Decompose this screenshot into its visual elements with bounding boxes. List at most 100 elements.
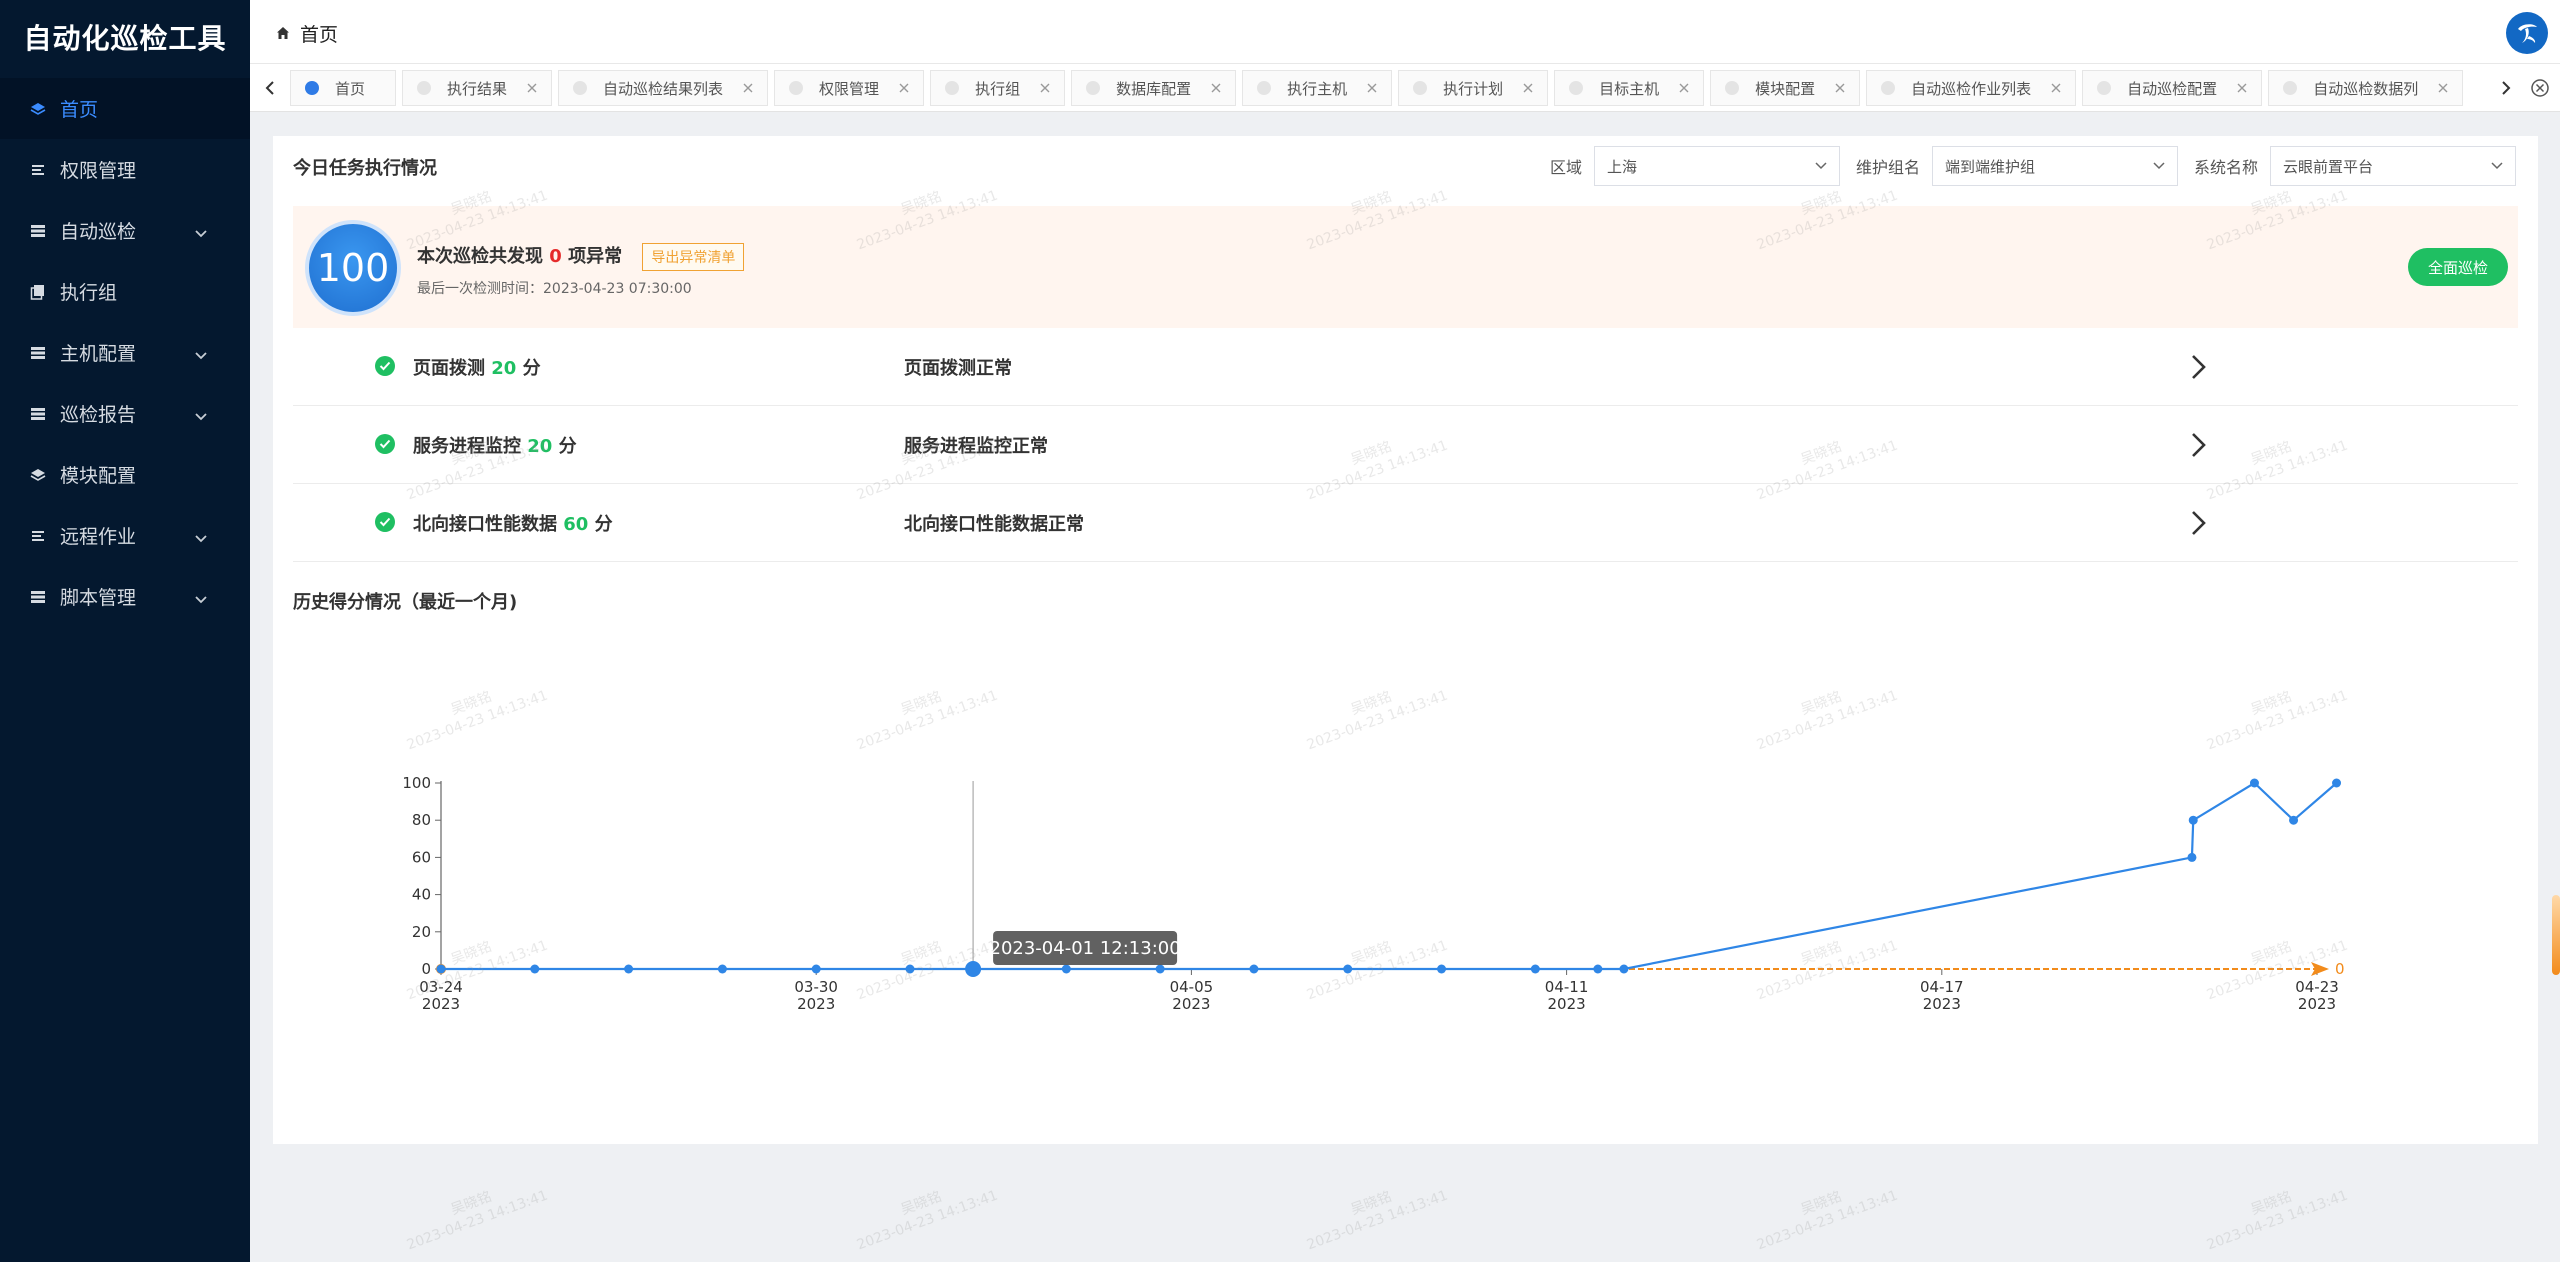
page-scrollbar[interactable] [2552,895,2560,975]
tab-status-dot [945,81,960,95]
sidebar-item[interactable]: 执行组 [0,261,250,322]
sidebar-item[interactable]: 首页 [0,78,250,139]
tab[interactable]: 权限管理 [774,70,925,106]
close-icon[interactable] [741,81,755,95]
chevron-down-icon [194,588,210,604]
check-ok-icon [375,356,395,376]
close-all-tabs-icon[interactable] [2528,76,2552,100]
x-tick-year-label: 2023 [1548,995,1586,1013]
sidebar-item[interactable]: 脚本管理 [0,566,250,627]
tab[interactable]: 执行计划 [1398,70,1549,106]
close-icon[interactable] [2235,81,2249,95]
tab-status-dot [1569,81,1584,95]
x-tick-year-label: 2023 [422,995,460,1013]
tab[interactable]: 自动巡检作业列表 [1866,70,2077,106]
check-score: 20 [491,358,517,379]
group-label: 维护组名 [1855,158,1920,177]
sidebar-item-label: 自动巡检 [60,221,137,243]
close-icon[interactable] [1209,81,1223,95]
export-issues-button[interactable]: 导出异常清单 [642,243,745,271]
check-unit: 分 [558,436,577,457]
tab-status-dot [2283,81,2298,95]
home-icon[interactable] [276,23,290,45]
chevron-right-icon[interactable] [2183,430,2213,460]
breadcrumb: 首页 [276,20,338,47]
filters: 区域 上海 维护组名 端到端维护组 系统名称 云眼前置平台 [1534,146,2516,186]
watermark-name: 吴晓铭 [1348,1188,1394,1219]
tab[interactable]: 首页 [290,70,397,106]
check-name: 服务进程监控 20 分 [413,432,577,458]
data-point [811,964,821,974]
tab[interactable]: 执行组 [930,70,1066,106]
issue-count: 0 [549,246,562,267]
tab-status-dot [417,81,432,95]
close-icon[interactable] [1038,81,1052,95]
watermark: 吴晓铭 2023-04-23 14:13:41 [398,1170,550,1255]
breadcrumb-current[interactable]: 首页 [300,20,338,47]
baseline-end-label: 0 [2335,960,2345,978]
list-icon [30,162,46,178]
check-unit: 分 [522,358,541,379]
tab-label: 目标主机 [1599,79,1660,98]
close-icon[interactable] [1833,81,1847,95]
group-value: 端到端维护组 [1944,157,2035,176]
chevron-down-icon [194,344,210,360]
tab[interactable]: 自动巡检结果列表 [558,70,769,106]
y-tick-label: 40 [412,886,431,904]
app-title: 自动化巡检工具 [23,22,227,55]
chevron-down-icon [1815,162,1827,170]
tab[interactable]: 数据库配置 [1071,70,1237,106]
region-select[interactable]: 上海 [1593,146,1840,186]
close-icon[interactable] [2049,81,2063,95]
close-icon[interactable] [1521,81,1535,95]
sidebar-item[interactable]: 自动巡检 [0,200,250,261]
check-status: 页面拨测正常 [904,358,1012,379]
tab-label: 权限管理 [819,79,880,98]
close-icon[interactable] [1677,81,1691,95]
region-value: 上海 [1606,157,1637,176]
data-point [1593,964,1603,974]
watermark: 吴晓铭 2023-04-23 14:13:41 [1748,1170,1900,1255]
data-point [1619,964,1629,974]
tabs-scroll-left-icon[interactable] [258,76,282,100]
tab[interactable]: 模块配置 [1710,70,1861,106]
sidebar-item[interactable]: 模块配置 [0,444,250,505]
y-tick-label: 0 [421,960,431,978]
tab[interactable]: 目标主机 [1554,70,1705,106]
close-icon[interactable] [897,81,911,95]
sidebar-item[interactable]: 巡检报告 [0,383,250,444]
sidebar-item-label: 执行组 [60,282,118,304]
tab-status-dot [1725,81,1740,95]
sidebar-item[interactable]: 远程作业 [0,505,250,566]
full-check-button[interactable]: 全面巡检 [2408,248,2508,286]
tab[interactable]: 自动巡检配置 [2082,70,2263,106]
check-row: 页面拨测 20 分 页面拨测正常 [293,328,2518,406]
tab[interactable]: 自动巡检数据列 [2268,70,2464,106]
sidebar-item[interactable]: 权限管理 [0,139,250,200]
tabs-scroll-right-icon[interactable] [2494,76,2518,100]
close-icon[interactable] [525,81,539,95]
tab-label: 执行计划 [1443,79,1504,98]
tab[interactable]: 执行主机 [1242,70,1393,106]
x-tick-year-label: 2023 [797,995,835,1013]
system-select[interactable]: 云眼前置平台 [2270,146,2516,186]
group-select[interactable]: 端到端维护组 [1931,146,2178,186]
tab-label: 执行结果 [447,79,508,98]
x-tick-label: 04-17 [1920,978,1964,996]
close-icon[interactable] [1365,81,1379,95]
tab[interactable]: 执行结果 [402,70,553,106]
chevron-down-icon [194,405,210,421]
sidebar-item-label: 脚本管理 [60,587,137,609]
close-icon[interactable] [2436,81,2450,95]
check-ok-icon [375,434,395,454]
sidebar-menu: 首页 权限管理自动巡检执行组主机配置 巡检报告 模块配置 远程作业脚本管理 [0,78,250,627]
tab-status-dot [1413,81,1428,95]
china-telecom-logo-icon [2506,12,2548,54]
layers-icon [30,467,46,483]
sidebar-item[interactable]: 主机配置 [0,322,250,383]
copy-icon [30,284,46,300]
tab-label: 首页 [335,79,366,98]
data-point [717,964,727,974]
chevron-right-icon[interactable] [2183,352,2213,382]
chevron-right-icon[interactable] [2183,508,2213,538]
